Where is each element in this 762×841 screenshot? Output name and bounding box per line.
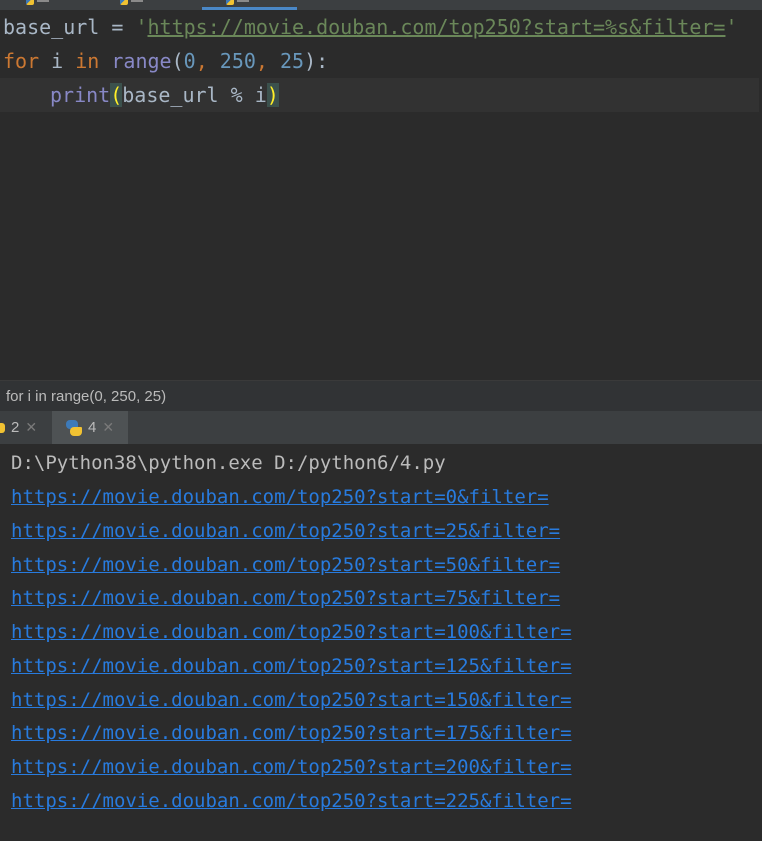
- string-url[interactable]: https://movie.douban.com/top250?start=%s…: [148, 15, 726, 39]
- console-link[interactable]: https://movie.douban.com/top250?start=25…: [11, 514, 560, 548]
- editor-tab[interactable]: [120, 0, 143, 6]
- matched-paren-open: (: [110, 83, 123, 107]
- breadcrumb-item[interactable]: for i in range(0, 250, 25): [6, 388, 166, 405]
- close-icon[interactable]: ✕: [25, 419, 37, 436]
- code-editor[interactable]: base_url = 'https://movie.douban.com/top…: [0, 10, 762, 380]
- console-link[interactable]: https://movie.douban.com/top250?start=10…: [11, 615, 572, 649]
- code-line-1: base_url = 'https://movie.douban.com/top…: [3, 15, 738, 39]
- breadcrumb[interactable]: for i in range(0, 250, 25): [0, 380, 762, 411]
- run-console[interactable]: D:\Python38\python.exe D:/python6/4.py h…: [0, 444, 762, 841]
- code-line-3-current: print(base_url % i): [0, 78, 759, 112]
- console-link[interactable]: https://movie.douban.com/top250?start=20…: [11, 750, 572, 784]
- console-link[interactable]: https://movie.douban.com/top250?start=75…: [11, 581, 560, 615]
- console-link[interactable]: https://movie.douban.com/top250?start=12…: [11, 649, 572, 683]
- matched-paren-close: ): [266, 83, 279, 107]
- python-file-icon: [226, 0, 234, 5]
- editor-tab-active[interactable]: [226, 0, 249, 6]
- console-command: D:\Python38\python.exe D:/python6/4.py: [11, 452, 446, 474]
- console-link[interactable]: https://movie.douban.com/top250?start=17…: [11, 716, 572, 750]
- console-link[interactable]: https://movie.douban.com/top250?start=22…: [11, 784, 572, 818]
- python-file-icon: [120, 0, 128, 5]
- run-tab-strip: 2 ✕ 4 ✕: [0, 411, 762, 444]
- editor-tab[interactable]: [26, 0, 49, 6]
- python-icon: [0, 422, 5, 433]
- console-link[interactable]: https://movie.douban.com/top250?start=50…: [11, 548, 560, 582]
- python-icon: [66, 419, 82, 436]
- run-tab-2[interactable]: 2 ✕: [0, 411, 37, 444]
- editor-tab-strip: [0, 0, 762, 10]
- console-link[interactable]: https://movie.douban.com/top250?start=15…: [11, 683, 572, 717]
- python-file-icon: [26, 0, 34, 5]
- console-link[interactable]: https://movie.douban.com/top250?start=0&…: [11, 480, 549, 514]
- close-icon[interactable]: ✕: [102, 419, 114, 436]
- code-line-2: for i in range(0, 250, 25):: [3, 49, 329, 73]
- run-tab-4[interactable]: 4 ✕: [52, 411, 129, 444]
